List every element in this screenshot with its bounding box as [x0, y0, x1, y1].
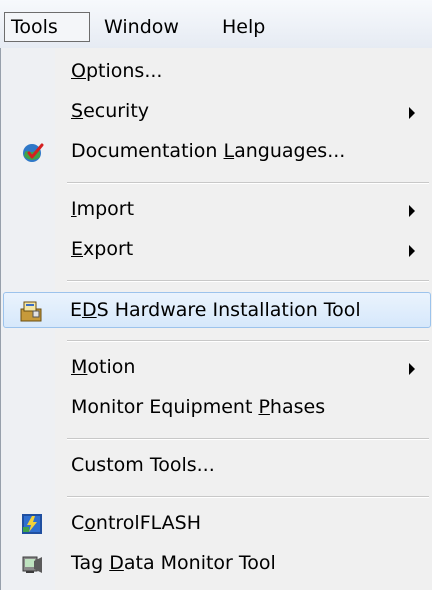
menu-item-controlflash[interactable]: ControlFLASH — [5, 506, 429, 542]
submenu-arrow-icon — [409, 245, 415, 257]
hardware-install-icon — [18, 298, 44, 324]
menu-item-label: Motion — [71, 356, 136, 378]
controlflash-icon — [19, 511, 45, 537]
menu-item-label: Import — [71, 198, 135, 220]
tools-dropdown-menu: Options... Security Documentation Langua… — [0, 48, 432, 590]
menu-item-label: Documentation Languages... — [71, 140, 346, 162]
menu-item-export[interactable]: Export — [5, 232, 429, 268]
menu-item-label: Security — [71, 100, 150, 122]
menu-separator — [67, 496, 429, 498]
submenu-arrow-icon — [409, 107, 415, 119]
menu-item-label: Tag Data Monitor Tool — [71, 552, 276, 574]
menu-item-eds-hardware-installation-tool[interactable]: EDS Hardware Installation Tool — [3, 292, 431, 328]
menu-item-documentation-languages[interactable]: Documentation Languages... — [5, 134, 429, 170]
submenu-arrow-icon — [409, 363, 415, 375]
menu-item-label: Export — [71, 238, 134, 260]
menu-separator — [67, 438, 429, 440]
menu-item-security[interactable]: Security — [5, 94, 429, 130]
menu-item-tag-data-monitor-tool[interactable]: Tag Data Monitor Tool — [5, 546, 429, 582]
tag-monitor-icon — [19, 551, 45, 577]
globe-check-icon — [19, 139, 45, 165]
menu-item-import[interactable]: Import — [5, 192, 429, 228]
menu-bar: Tools Window Help — [0, 0, 432, 49]
menu-item-monitor-equipment-phases[interactable]: Monitor Equipment Phases — [5, 390, 429, 426]
menu-item-options[interactable]: Options... — [5, 54, 429, 90]
menu-help[interactable]: Help — [216, 12, 271, 42]
menu-separator — [67, 280, 429, 282]
submenu-arrow-icon — [409, 205, 415, 217]
menu-item-label: Options... — [71, 60, 163, 82]
menu-item-label: Custom Tools... — [71, 454, 215, 476]
menu-separator — [67, 182, 429, 184]
menu-item-motion[interactable]: Motion — [5, 350, 429, 386]
menu-tools[interactable]: Tools — [4, 12, 90, 42]
menu-item-custom-tools[interactable]: Custom Tools... — [5, 448, 429, 484]
menu-window[interactable]: Window — [98, 12, 185, 42]
menu-item-label: ControlFLASH — [71, 512, 201, 534]
menu-item-label: EDS Hardware Installation Tool — [70, 299, 361, 321]
menu-separator — [67, 340, 429, 342]
menu-item-label: Monitor Equipment Phases — [71, 396, 326, 418]
